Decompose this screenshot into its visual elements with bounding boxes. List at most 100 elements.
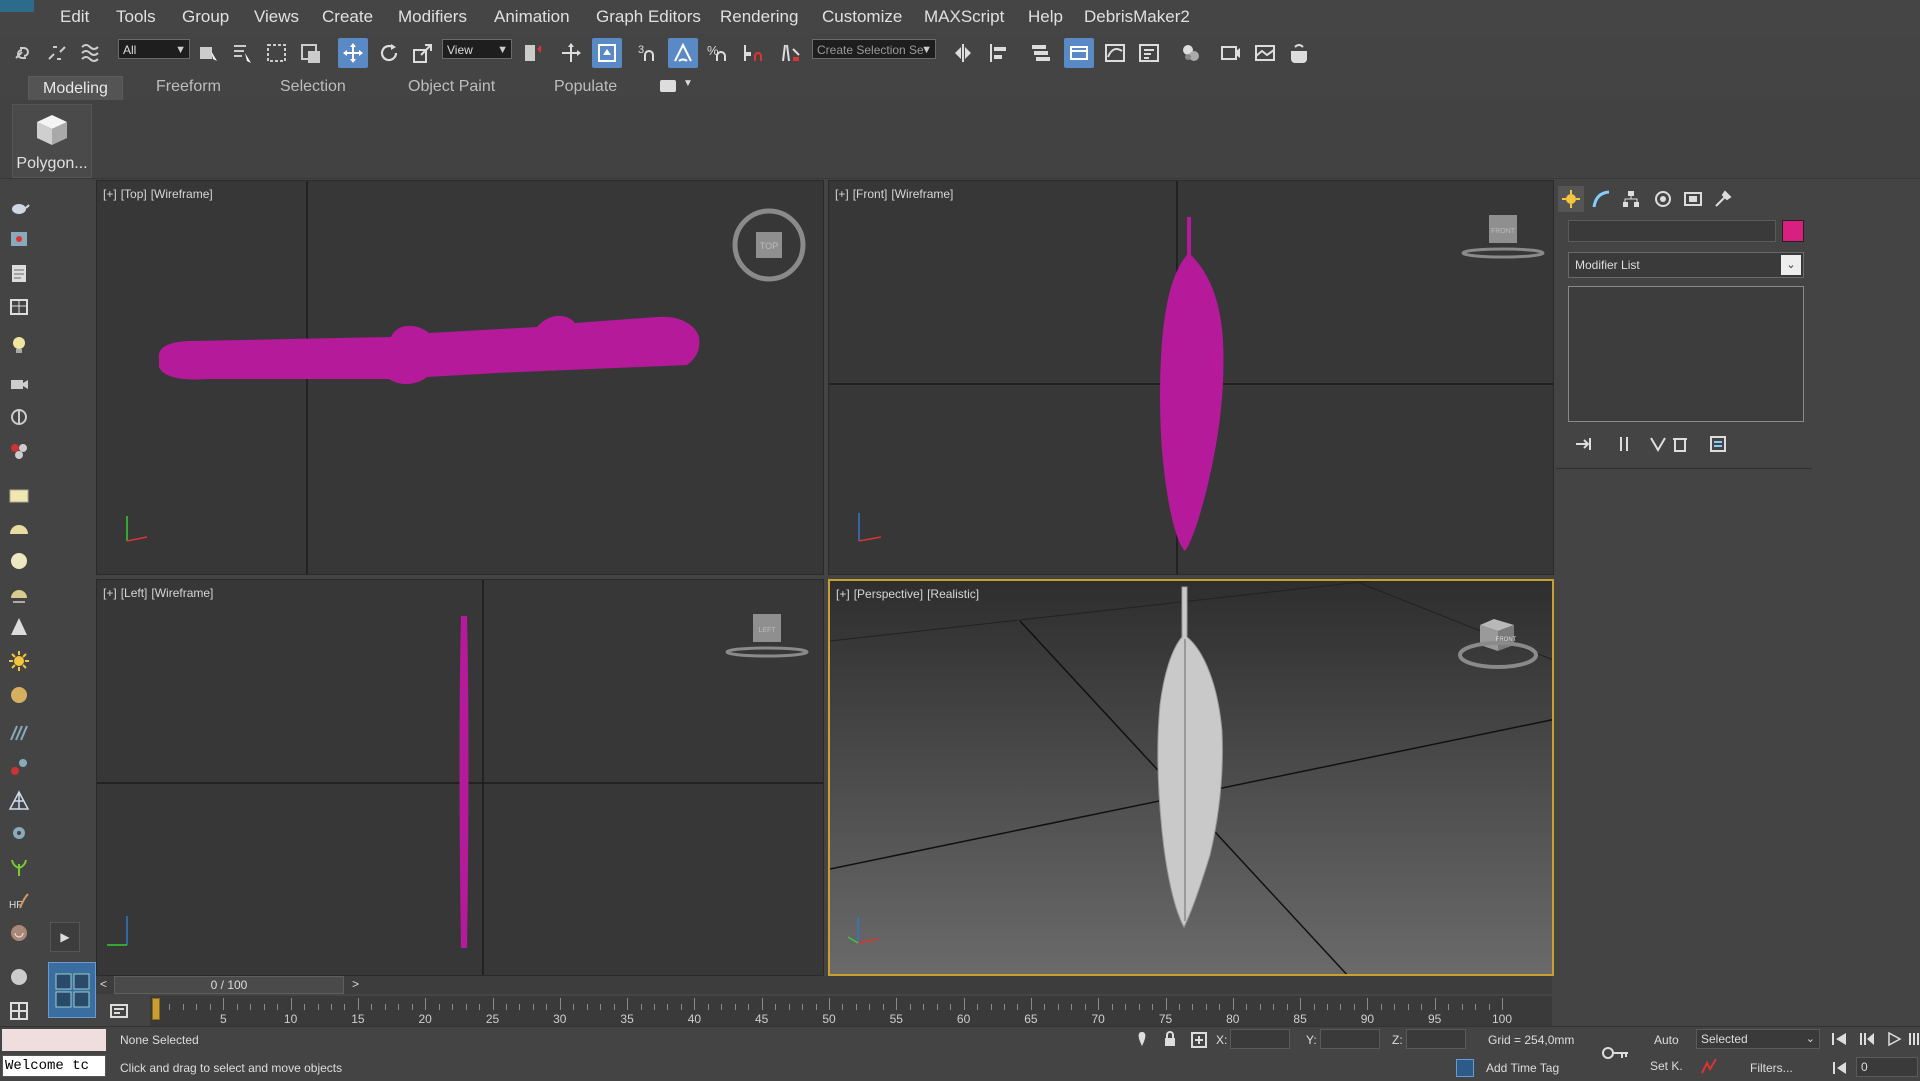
hair-icon[interactable] (6, 720, 32, 746)
viewport-front[interactable]: [+] [Front] [Wireframe] FRONT (828, 180, 1554, 575)
rendered-frame-window-icon[interactable] (1250, 38, 1280, 68)
select-by-name-icon[interactable] (228, 38, 258, 68)
rectangular-region-icon[interactable] (262, 38, 292, 68)
polygon-modeling-button[interactable]: Polygon... (12, 104, 92, 178)
manipulate-icon[interactable] (556, 38, 586, 68)
mesh-icon[interactable] (6, 788, 32, 814)
pin-stack-icon[interactable] (1574, 434, 1594, 454)
plane-icon[interactable] (6, 482, 32, 508)
time-next-button[interactable]: > (352, 977, 359, 991)
menu-modifiers[interactable]: Modifiers (398, 7, 467, 27)
spinner-snap-icon[interactable] (738, 38, 768, 68)
edit-named-selection-icon[interactable] (776, 38, 806, 68)
menu-tools[interactable]: Tools (116, 7, 156, 27)
viewcube-perspective[interactable]: FRONT (1454, 613, 1544, 677)
play-icon[interactable] (1886, 1031, 1902, 1047)
go-to-start-icon[interactable] (1830, 1031, 1848, 1047)
viewcube-top[interactable]: TOP (729, 205, 809, 285)
feather-mesh-front[interactable] (1160, 217, 1224, 551)
key-filter-dropdown[interactable]: Selected ⌄ (1696, 1029, 1820, 1049)
link-icon[interactable] (8, 38, 38, 68)
remove-modifier-icon[interactable] (1670, 434, 1690, 454)
modifier-stack[interactable] (1568, 286, 1804, 422)
add-time-tag-button[interactable]: Add Time Tag (1486, 1061, 1559, 1075)
viewport-perspective[interactable]: [+] [Perspective] [Realistic] FRONT (828, 579, 1554, 976)
key-tangent-icon[interactable] (1700, 1057, 1718, 1075)
percent-snap-icon[interactable]: % (702, 38, 732, 68)
time-slider-thumb[interactable]: 0 / 100 (114, 976, 344, 994)
bind-spacewarp-icon[interactable] (76, 38, 106, 68)
render-icon[interactable] (6, 226, 32, 252)
select-scale-icon[interactable] (408, 38, 438, 68)
camera-icon[interactable] (6, 370, 32, 396)
menu-debrismaker2[interactable]: DebrisMaker2 (1084, 7, 1190, 27)
snaps-toggle-icon[interactable]: 3 (632, 38, 662, 68)
render-production-icon[interactable] (1284, 38, 1314, 68)
select-move-icon[interactable] (338, 38, 368, 68)
feather-mesh-perspective[interactable] (1157, 586, 1223, 929)
current-frame-marker[interactable] (152, 998, 160, 1020)
filters-button[interactable]: Filters... (1750, 1061, 1793, 1075)
hemisphere-icon[interactable] (6, 516, 32, 542)
scene-explorer-icon[interactable] (1026, 38, 1056, 68)
display-sphere-icon[interactable] (6, 964, 32, 990)
time-tag-icon[interactable] (1456, 1059, 1474, 1077)
tab-object-paint[interactable]: Object Paint (408, 78, 495, 96)
sphere-icon[interactable] (6, 548, 32, 574)
gear-icon[interactable] (6, 820, 32, 846)
angle-snap-icon[interactable] (668, 38, 698, 68)
pivot-center-icon[interactable] (518, 38, 548, 68)
maxscript-mini-listener[interactable]: Welcome tc (2, 1055, 106, 1077)
configure-modifier-sets-icon[interactable] (1708, 434, 1728, 454)
previous-frame-icon[interactable] (1858, 1031, 1876, 1047)
menu-help[interactable]: Help (1028, 7, 1063, 27)
schematic-view-icon[interactable] (1134, 38, 1164, 68)
maxscript-listener-pink[interactable] (2, 1029, 106, 1051)
feather-mesh-left[interactable] (459, 616, 469, 948)
create-tab-icon[interactable] (1558, 186, 1584, 212)
window-crossing-icon[interactable] (296, 38, 326, 68)
isolate-selection-icon[interactable] (1134, 1031, 1150, 1047)
time-prev-button[interactable]: < (100, 977, 107, 991)
teapot-icon[interactable] (6, 194, 32, 220)
unlink-icon[interactable] (42, 38, 72, 68)
motion-tab-icon[interactable] (1650, 186, 1676, 212)
ribbon-options-icon[interactable] (660, 80, 676, 92)
menu-views[interactable]: Views (254, 7, 299, 27)
sheet-icon[interactable] (6, 260, 32, 286)
menu-customize[interactable]: Customize (822, 7, 902, 27)
layer-explorer-icon[interactable] (1064, 38, 1094, 68)
time-slider[interactable]: < 0 / 100 > (96, 976, 1552, 994)
mirror-icon[interactable] (948, 38, 978, 68)
hair-fur-icon[interactable]: HF (6, 888, 32, 914)
layout-icon[interactable] (6, 998, 32, 1024)
named-selection-dropdown[interactable]: Create Selection Se ▼ (812, 39, 936, 59)
y-coord-field[interactable] (1320, 1029, 1380, 1049)
track-bar[interactable]: 5 10 15 20 25 30 35 40 45 50 55 60 65 70 75 80 85 90 95 100 (150, 996, 1552, 1026)
selection-filter-dropdown[interactable]: All ▼ (118, 39, 190, 59)
chevron-down-icon[interactable]: ▼ (683, 78, 693, 89)
particles-icon[interactable] (6, 438, 32, 464)
display-tab-icon[interactable] (1680, 186, 1706, 212)
absolute-mode-icon[interactable] (1190, 1031, 1208, 1049)
viewcube-front[interactable]: FRONT (1457, 209, 1547, 269)
modify-tab-icon[interactable] (1588, 186, 1614, 212)
show-end-result-icon[interactable] (1614, 434, 1634, 454)
tab-selection[interactable]: Selection (280, 78, 346, 96)
menu-maxscript[interactable]: MAXScript (924, 7, 1004, 27)
curve-editor-icon[interactable] (1100, 38, 1130, 68)
viewcube-left[interactable]: LEFT (721, 608, 811, 668)
viewport-layout-expand-button[interactable]: ▶ (50, 922, 80, 952)
plant-icon[interactable] (6, 854, 32, 880)
viewport-top[interactable]: [+] [Top] [Wireframe] TOP (96, 180, 824, 575)
cone-icon[interactable] (6, 614, 32, 640)
modifier-list-dropdown[interactable]: Modifier List ⌄ (1568, 252, 1804, 278)
lock-icon[interactable] (1162, 1031, 1178, 1047)
next-frame-icon[interactable] (1908, 1031, 1920, 1047)
object-name-field[interactable] (1568, 220, 1776, 242)
table-icon[interactable] (6, 294, 32, 320)
set-key-button[interactable]: Set K. (1650, 1059, 1683, 1073)
viewport-layout-tab[interactable] (48, 962, 96, 1018)
auto-key-button[interactable]: Auto (1654, 1033, 1679, 1047)
ref-coord-dropdown[interactable]: View ▼ (442, 39, 512, 59)
